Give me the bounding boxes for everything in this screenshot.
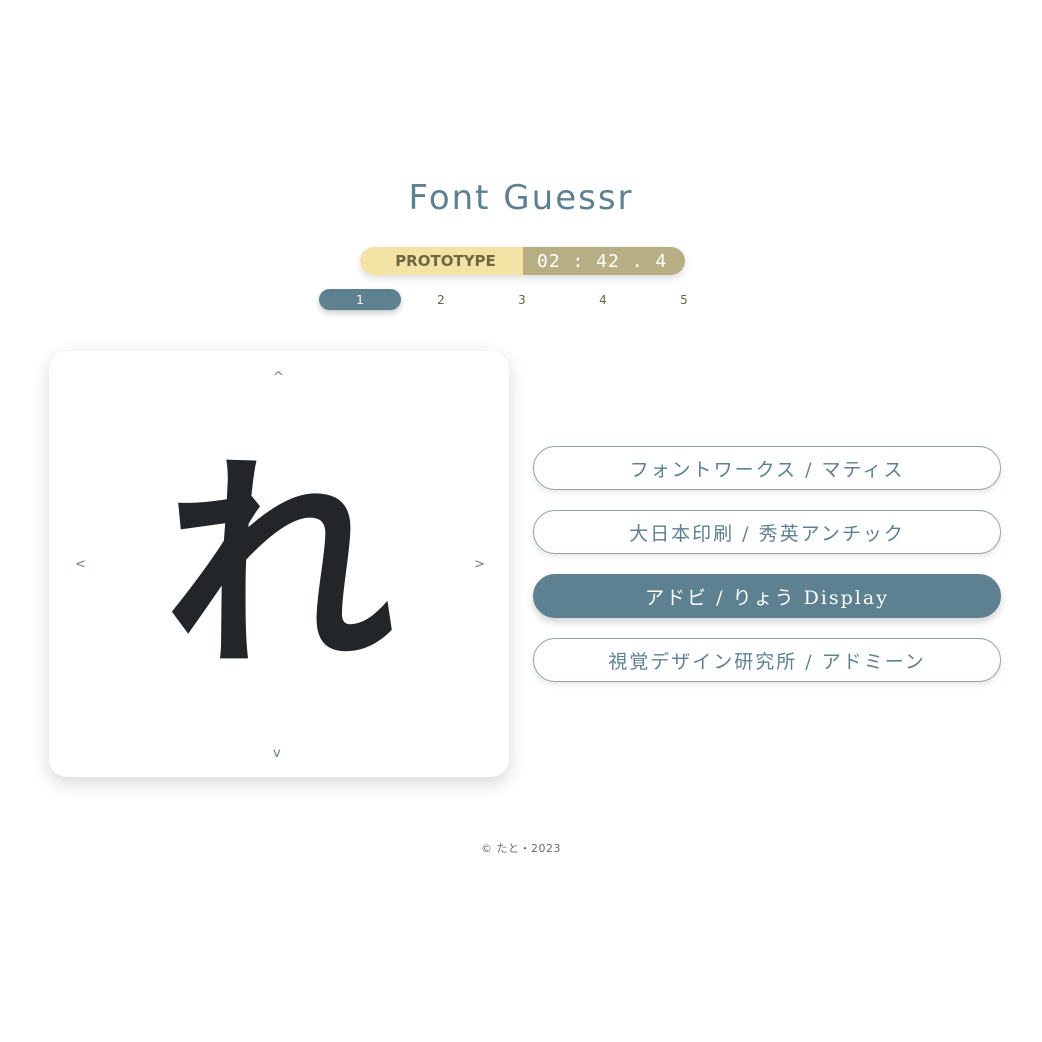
option-button-2[interactable]: 大日本印刷 / 秀英アンチック bbox=[533, 510, 1001, 554]
timer: 02 : 42 . 4 bbox=[523, 247, 685, 275]
answer-options: フォントワークス / マティス 大日本印刷 / 秀英アンチック アドビ / りょ… bbox=[533, 446, 1001, 702]
option-button-3[interactable]: アドビ / りょう Display bbox=[533, 574, 1001, 618]
status-bar: PROTOTYPE 02 : 42 . 4 bbox=[360, 247, 685, 275]
footer-copyright: © たと・2023 bbox=[481, 842, 561, 855]
round-indicator: 1 2 3 4 5 bbox=[319, 289, 725, 310]
round-3[interactable]: 3 bbox=[481, 289, 563, 310]
sample-glyph: れ bbox=[163, 431, 394, 701]
pan-up-button[interactable]: ^ bbox=[273, 371, 284, 384]
glyph-card: ^ < > v れ bbox=[49, 351, 509, 777]
page: Font Guessr PROTOTYPE 02 : 42 . 4 1 2 3 … bbox=[0, 0, 1042, 1042]
round-5[interactable]: 5 bbox=[643, 289, 725, 310]
pan-down-button[interactable]: v bbox=[273, 747, 281, 760]
round-2[interactable]: 2 bbox=[400, 289, 482, 310]
app-title: Font Guessr bbox=[408, 178, 634, 218]
option-button-1[interactable]: フォントワークス / マティス bbox=[533, 446, 1001, 490]
option-button-4[interactable]: 視覚デザイン研究所 / アドミーン bbox=[533, 638, 1001, 682]
mode-label: PROTOTYPE bbox=[360, 247, 523, 275]
round-1[interactable]: 1 bbox=[319, 289, 401, 310]
round-4[interactable]: 4 bbox=[562, 289, 644, 310]
